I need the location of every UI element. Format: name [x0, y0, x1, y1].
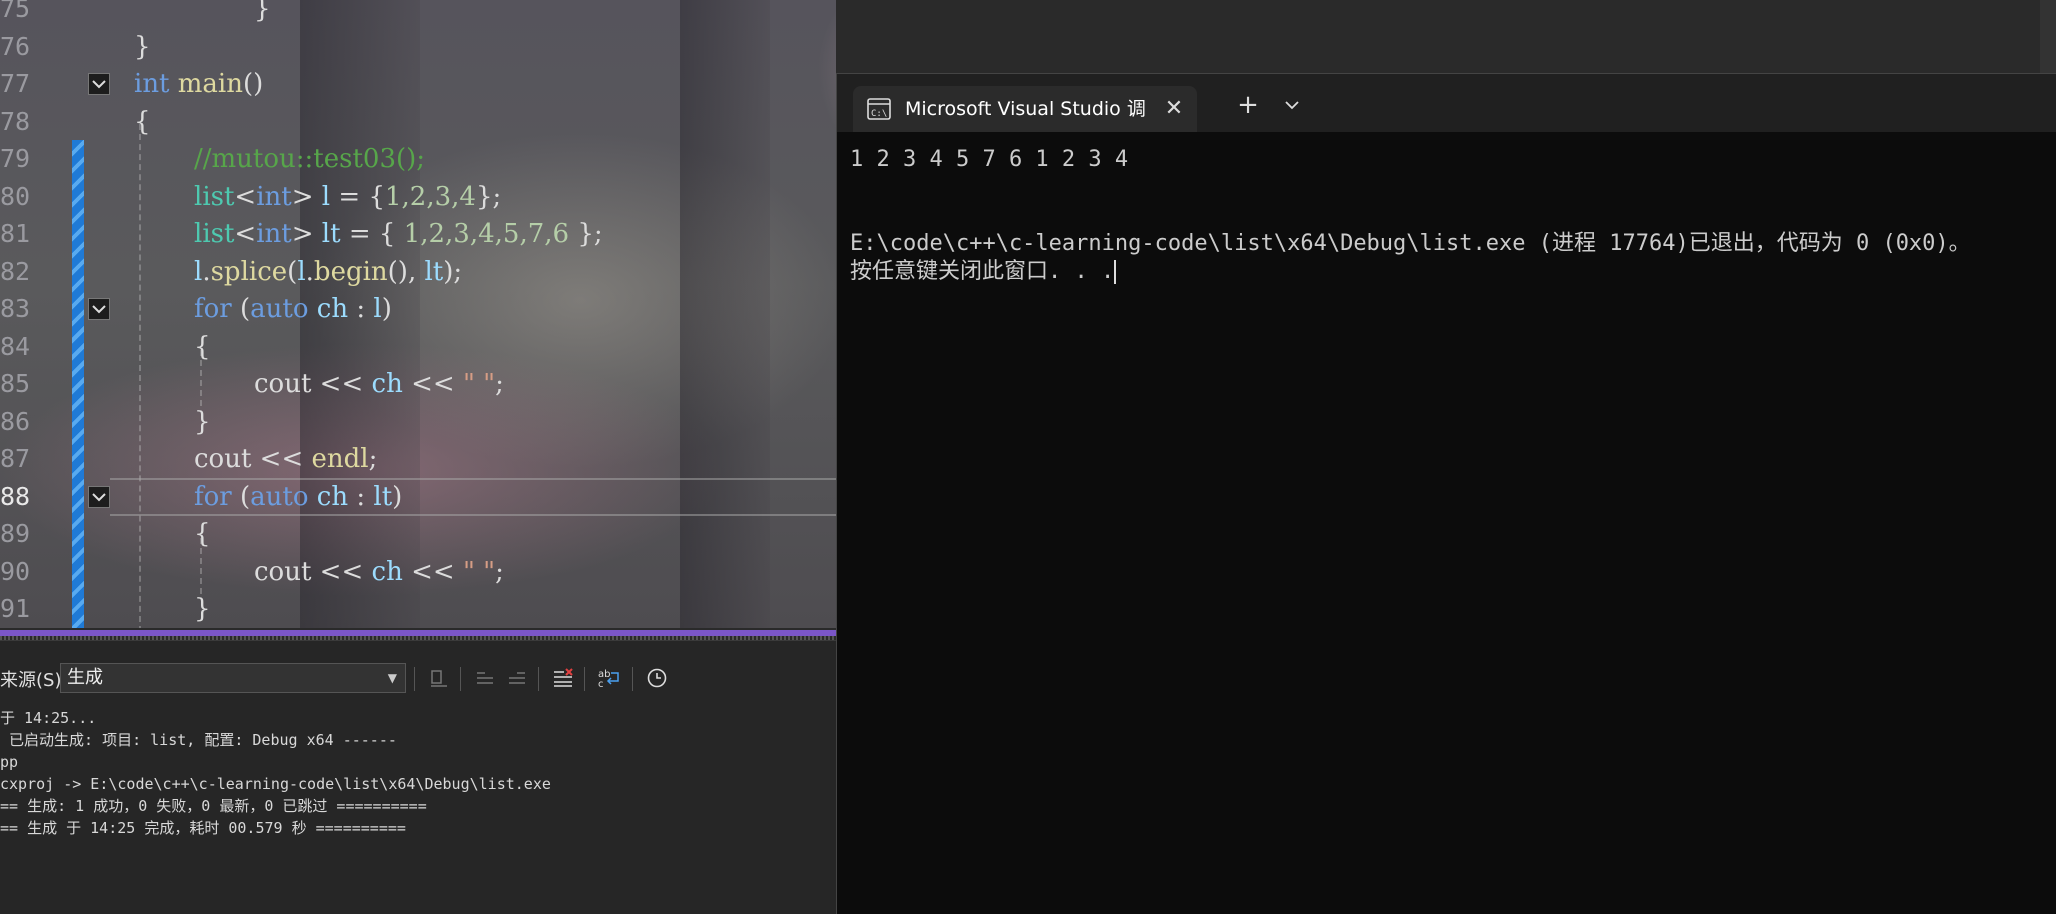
line-number: 77	[0, 69, 31, 98]
output-line: 已启动生成: 项目: list, 配置: Debug x64 ------	[0, 731, 397, 749]
output-panel: 来源(S): 生成 ▼ ab c 于 14:25... 已启动生成: 项目: li…	[0, 640, 836, 914]
code-text: for (auto ch : l)	[194, 294, 392, 324]
find-message-icon[interactable]	[426, 665, 452, 691]
terminal-tab[interactable]: C:\ Microsoft Visual Studio 调试控制台 ✕	[853, 86, 1197, 132]
fold-toggle-icon[interactable]	[88, 298, 110, 320]
code-line[interactable]: 75}	[0, 0, 836, 28]
code-text: //mutou::test03();	[194, 144, 426, 174]
line-number: 86	[0, 406, 31, 436]
terminal-tab-title: Microsoft Visual Studio 调试控制台	[905, 98, 1145, 120]
code-line[interactable]: 81 list<int> lt = { 1,2,3,4,5,7,6 };	[0, 215, 836, 253]
code-text: cout << endl;	[194, 444, 378, 474]
line-number: 75	[0, 0, 31, 23]
line-number: 76	[0, 31, 31, 61]
terminal-line: 1 2 3 4 5 7 6 1 2 3 4	[850, 147, 1129, 172]
terminal-line: 按任意键关闭此窗口. . .	[850, 259, 1117, 284]
code-line[interactable]: 85 cout << ch << " ";	[0, 365, 836, 403]
output-line: cxproj -> E:\code\c++\c-learning-code\li…	[0, 775, 551, 793]
code-text: {	[194, 519, 211, 549]
code-editor[interactable]: 75} 76} 77 int main() 78{79//mutou::test03()…	[0, 0, 836, 632]
terminal-line: E:\code\c++\c-learning-code\list\x64\Deb…	[850, 231, 1971, 256]
line-number: 87	[0, 444, 31, 473]
fold-toggle-icon[interactable]	[88, 73, 110, 95]
code-line[interactable]: 89 {	[0, 515, 836, 553]
output-line: == 生成 于 14:25 完成，耗时 00.579 秒 ==========	[0, 819, 406, 837]
code-line[interactable]: 77 int main()	[0, 65, 836, 103]
output-text[interactable]: 于 14:25... 已启动生成: 项目: list, 配置: Debug x6…	[0, 707, 836, 839]
code-text: int main()	[134, 69, 264, 99]
previous-message-icon[interactable]	[472, 665, 498, 691]
line-number: 91	[0, 594, 31, 623]
debug-console-window[interactable]: C:\ Microsoft Visual Studio 调试控制台 ✕ + 1 …	[836, 73, 2056, 914]
code-text: }	[194, 594, 211, 624]
code-line[interactable]: 84 {	[0, 328, 836, 366]
toolbar-separator	[632, 667, 633, 691]
window-edge	[2040, 0, 2056, 73]
code-text: cout << ch << " ";	[254, 556, 504, 587]
line-number: 82	[0, 256, 31, 286]
code-line[interactable]: 91}	[0, 590, 836, 628]
fold-toggle-icon[interactable]	[88, 485, 110, 508]
code-text: }	[134, 31, 151, 62]
line-number: 79	[0, 144, 31, 173]
code-text: {	[134, 106, 151, 137]
output-line: 于 14:25...	[0, 709, 97, 727]
console-icon: C:\	[867, 98, 891, 120]
code-line[interactable]: 79 //mutou::test03();	[0, 140, 836, 178]
line-number: 80	[0, 181, 31, 211]
output-line: == 生成: 1 成功，0 失败，0 最新，0 已跳过 ==========	[0, 797, 427, 815]
code-text: list<int> l = {1,2,3,4};	[194, 181, 502, 212]
svg-text:c: c	[598, 679, 604, 689]
code-text: l.splice(l.begin(), lt);	[194, 256, 463, 287]
code-line[interactable]: 88 for (auto ch : lt)	[0, 478, 836, 516]
code-line[interactable]: 80 list<int> l = {1,2,3,4};	[0, 178, 836, 216]
code-line[interactable]: 78 {	[0, 103, 836, 141]
source-label: 来源(S):	[0, 670, 68, 691]
line-number: 84	[0, 331, 31, 361]
svg-text:C:\: C:\	[871, 109, 887, 119]
line-number: 85	[0, 369, 31, 398]
code-text: list<int> lt = { 1,2,3,4,5,7,6 };	[194, 219, 603, 249]
code-line[interactable]: 82 l.splice(l.begin(), lt);	[0, 253, 836, 291]
code-line[interactable]: 76}	[0, 28, 836, 66]
clock-icon[interactable]	[644, 665, 670, 691]
chevron-down-icon[interactable]	[1277, 90, 1307, 120]
output-line: pp	[0, 753, 19, 771]
source-select[interactable]: 生成 ▼	[60, 663, 406, 693]
code-text: {	[194, 331, 211, 362]
toolbar-separator	[538, 667, 539, 691]
close-icon[interactable]: ✕	[1159, 94, 1189, 124]
code-line[interactable]: 90 cout << ch << " ";	[0, 553, 836, 591]
toolbar-separator	[414, 667, 415, 691]
clear-all-icon[interactable]	[550, 665, 576, 691]
code-line[interactable]: 86}	[0, 403, 836, 441]
output-toolbar: 来源(S): 生成 ▼ ab c	[0, 659, 836, 699]
code-line[interactable]: 87 cout << endl;	[0, 440, 836, 478]
source-select-value: 生成	[67, 667, 103, 688]
terminal-output[interactable]: 1 2 3 4 5 7 6 1 2 3 4 E:\code\c++\c-learn…	[850, 146, 2050, 286]
code-line[interactable]: 83 for (auto ch : l)	[0, 290, 836, 328]
line-number: 90	[0, 556, 31, 586]
code-text: }	[254, 0, 271, 24]
code-text: for (auto ch : lt)	[194, 481, 403, 512]
word-wrap-icon[interactable]: ab c	[596, 665, 622, 691]
dropdown-arrow-icon: ▼	[387, 671, 397, 685]
code-text: }	[194, 406, 211, 437]
terminal-titlebar: C:\ Microsoft Visual Studio 调试控制台 ✕ +	[837, 74, 2056, 132]
toolbar-separator	[584, 667, 585, 691]
toolbar-separator	[460, 667, 461, 691]
line-number: 78	[0, 106, 31, 136]
text-cursor	[1114, 260, 1117, 284]
new-tab-plus-icon[interactable]: +	[1233, 90, 1263, 120]
code-text: cout << ch << " ";	[254, 369, 504, 399]
line-number: 81	[0, 219, 31, 248]
line-number: 83	[0, 294, 31, 323]
line-number: 89	[0, 519, 31, 548]
line-number: 88	[0, 481, 31, 511]
next-message-icon[interactable]	[504, 665, 530, 691]
